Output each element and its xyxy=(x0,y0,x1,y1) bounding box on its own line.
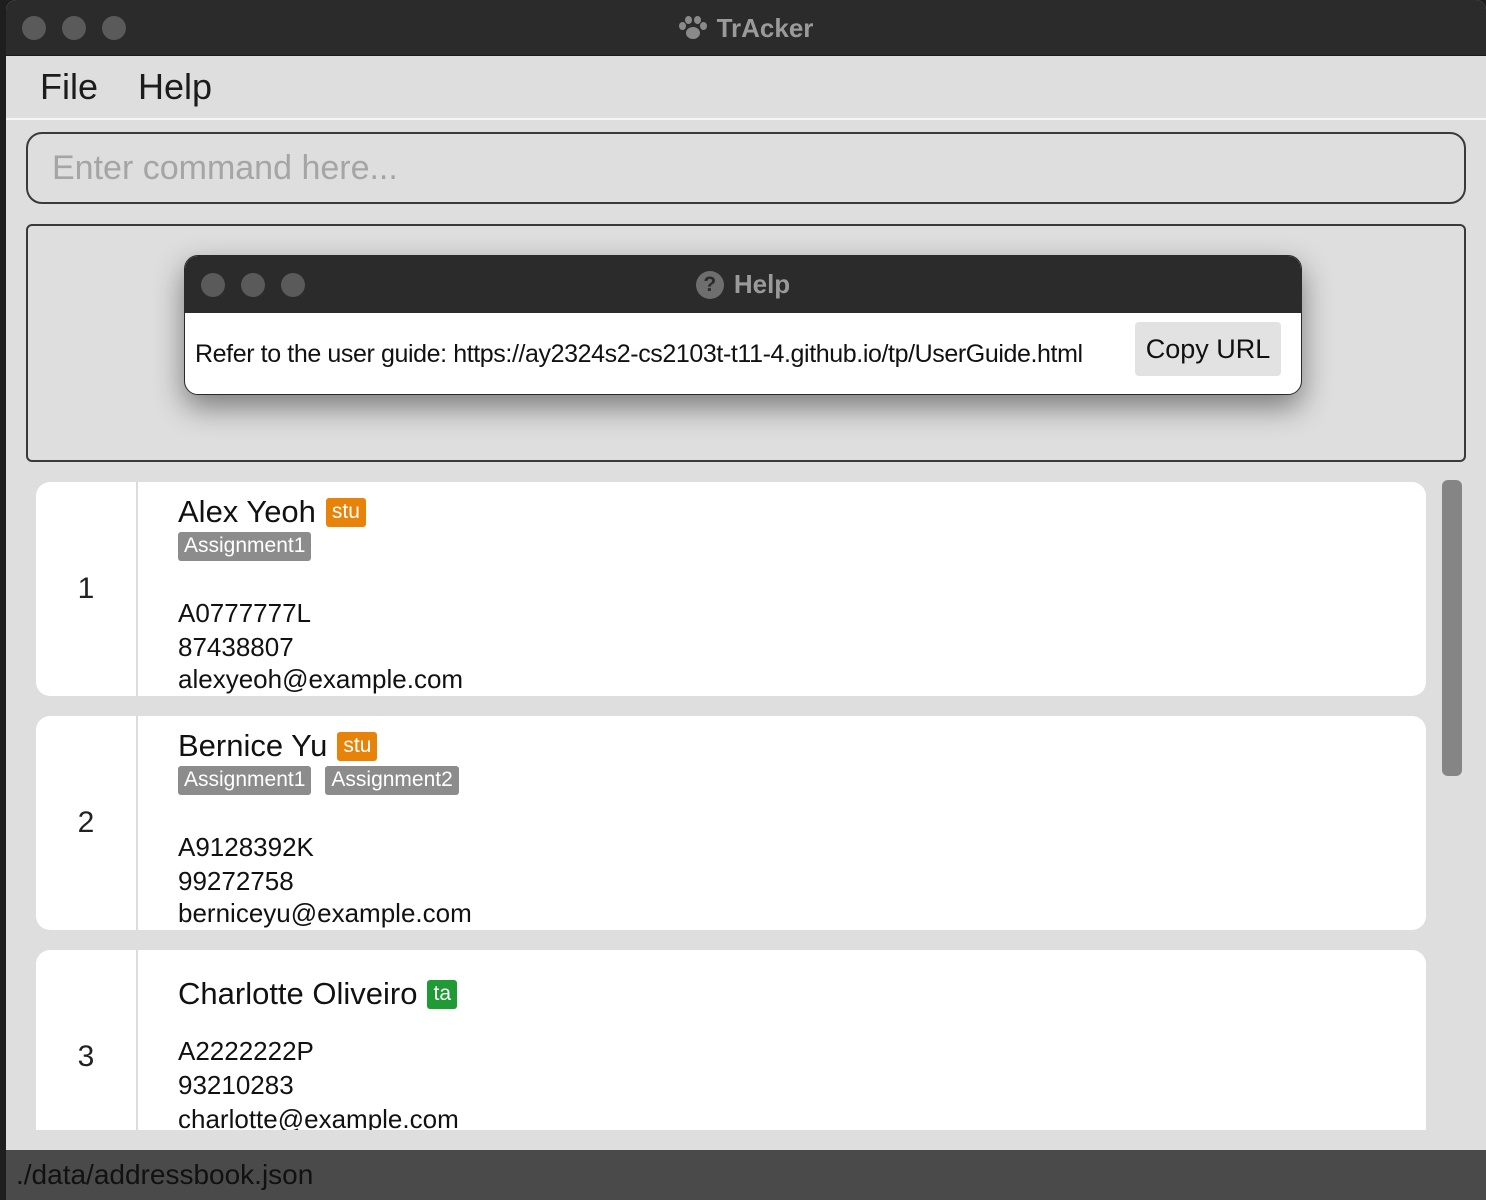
person-index: 2 xyxy=(36,716,138,930)
menu-file[interactable]: File xyxy=(40,66,98,108)
person-id: A2222222P xyxy=(178,1036,314,1066)
tag-list: Assignment1 xyxy=(178,532,312,561)
command-box[interactable] xyxy=(26,132,1466,204)
person-email: berniceyu@example.com xyxy=(178,898,472,928)
person-name: Charlotte Oliveiro xyxy=(178,976,418,1011)
tag: Assignment1 xyxy=(178,766,312,795)
person-id: A0777777L xyxy=(178,598,312,628)
person-list[interactable]: 1 Alex Yeoh stu Assignment1 A0777777L 87… xyxy=(26,470,1438,1130)
person-id: A9128392K xyxy=(178,832,314,862)
title-bar[interactable]: TrAcker xyxy=(6,0,1486,56)
person-name: Alex Yeoh xyxy=(178,494,316,529)
person-name-row: Charlotte Oliveiro ta xyxy=(178,976,457,1012)
copy-url-button[interactable]: Copy URL xyxy=(1135,322,1281,376)
window-title: TrAcker xyxy=(6,0,1486,56)
tag: Assignment2 xyxy=(325,766,459,795)
help-title-text: Help xyxy=(733,269,791,299)
help-dialog: ? Help Refer to the user guide: https://… xyxy=(184,255,1302,395)
app-window: TrAcker File Help 1 Alex Yeoh stu Assign… xyxy=(6,0,1486,1200)
list-scrollbar[interactable] xyxy=(1442,480,1462,776)
window-title-text: TrAcker xyxy=(716,12,814,43)
person-email: charlotte@example.com xyxy=(178,1104,459,1130)
person-card[interactable]: 3 Charlotte Oliveiro ta A2222222P 932102… xyxy=(36,950,1426,1130)
person-index: 1 xyxy=(36,482,138,696)
person-card[interactable]: 2 Bernice Yu stu Assignment1 Assignment2… xyxy=(36,716,1426,930)
command-input[interactable] xyxy=(52,148,1464,188)
person-name: Bernice Yu xyxy=(178,728,328,763)
person-phone: 99272758 xyxy=(178,866,294,896)
person-phone: 87438807 xyxy=(178,632,294,662)
help-message: Refer to the user guide: https://ay2324s… xyxy=(195,340,1083,368)
menu-bar: File Help xyxy=(6,56,1486,120)
app-paw-icon xyxy=(678,16,707,40)
tag-list: Assignment1 Assignment2 xyxy=(178,766,459,795)
person-name-row: Alex Yeoh stu xyxy=(178,494,366,530)
person-phone: 93210283 xyxy=(178,1070,294,1100)
menu-help[interactable]: Help xyxy=(138,66,212,108)
person-name-row: Bernice Yu stu xyxy=(178,728,378,764)
help-body: Refer to the user guide: https://ay2324s… xyxy=(185,313,1301,394)
status-bar: ./data/addressbook.json xyxy=(6,1150,1486,1200)
help-title: ? Help xyxy=(185,256,1301,313)
tag: Assignment1 xyxy=(178,532,312,561)
role-badge: ta xyxy=(427,979,457,1009)
person-card[interactable]: 1 Alex Yeoh stu Assignment1 A0777777L 87… xyxy=(36,482,1426,696)
role-badge: stu xyxy=(337,731,378,761)
person-email: alexyeoh@example.com xyxy=(178,664,464,694)
question-icon: ? xyxy=(695,270,724,299)
data-file-path: ./data/addressbook.json xyxy=(16,1159,314,1190)
person-index: 3 xyxy=(36,950,138,1130)
role-badge: stu xyxy=(325,497,366,527)
help-title-bar[interactable]: ? Help xyxy=(185,256,1301,313)
